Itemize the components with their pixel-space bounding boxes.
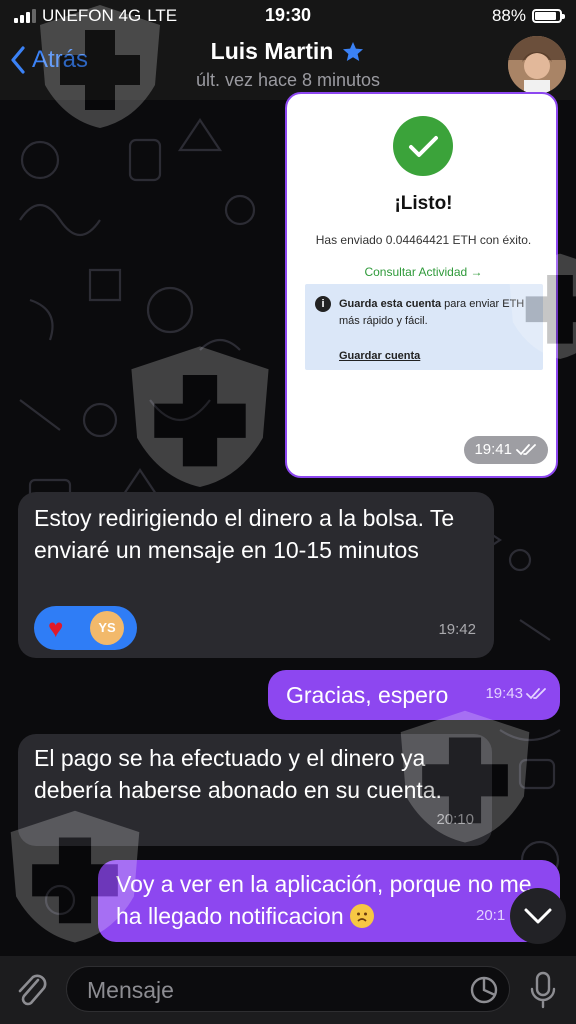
- chat-header: Atrás Luis Martin últ. vez hace 8 minuto…: [0, 32, 576, 100]
- info-text: Guarda esta cuenta para enviar ETH más r…: [339, 296, 535, 330]
- time-label: 19:43: [485, 685, 523, 702]
- message-field[interactable]: [66, 966, 510, 1013]
- message-text: Estoy redirigiendo el dinero a la bolsa.…: [34, 505, 455, 563]
- checkmark-icon: [393, 116, 453, 176]
- microphone-icon: [530, 971, 556, 1009]
- message-time-row: 19:43: [485, 678, 548, 710]
- status-bar: UNEFON 4G LTE 19:30 88%: [0, 0, 576, 32]
- reaction-user-avatar: YS: [90, 611, 124, 645]
- message-time: 19:41: [464, 436, 548, 464]
- star-icon: [343, 41, 364, 61]
- incoming-message[interactable]: El pago se ha efectuado y el dinero ya d…: [18, 734, 492, 846]
- double-check-icon: [526, 688, 546, 700]
- incoming-message[interactable]: Estoy redirigiendo el dinero a la bolsa.…: [18, 492, 494, 658]
- reactions-pill[interactable]: ♥ YS: [34, 606, 137, 650]
- worried-face-icon: [350, 904, 374, 928]
- status-right: 88%: [491, 6, 565, 26]
- time-label: 19:41: [474, 441, 512, 458]
- contact-info[interactable]: Luis Martin últ. vez hace 8 minutos: [120, 38, 456, 91]
- battery-percent: 88%: [491, 6, 526, 25]
- message-time: 20:10: [436, 811, 474, 828]
- back-label: Atrás: [32, 46, 89, 73]
- outgoing-image-message[interactable]: ¡Listo! Has enviado 0.04464421 ETH con é…: [285, 92, 558, 478]
- contact-name: Luis Martin: [210, 38, 334, 64]
- scroll-down-button[interactable]: [510, 888, 566, 944]
- back-button[interactable]: Atrás: [10, 46, 88, 74]
- heart-icon: ♥: [48, 613, 64, 643]
- message-input-bar: [0, 956, 576, 1024]
- attach-button[interactable]: [14, 970, 50, 1015]
- message-text: El pago se ha efectuado y el dinero ya d…: [34, 745, 442, 803]
- card-title: ¡Listo!: [394, 193, 453, 214]
- message-text: Gracias, espero: [286, 682, 449, 708]
- card-text: Has enviado 0.04464421 ETH con éxito.: [315, 233, 532, 247]
- contact-avatar[interactable]: [508, 36, 566, 94]
- info-bold: Guarda esta cuenta: [339, 298, 442, 310]
- paperclip-icon: [18, 974, 47, 1006]
- battery-fill: [535, 12, 557, 20]
- message-time: 20:1: [476, 907, 506, 924]
- last-seen-status: últ. vez hace 8 minutos: [195, 70, 381, 90]
- microphone-button[interactable]: [526, 970, 560, 1015]
- message-text-content: Voy a ver en la aplicación, porque no me…: [116, 871, 532, 929]
- message-time: 19:42: [438, 621, 476, 638]
- save-account-link[interactable]: Guardar cuenta: [339, 340, 420, 372]
- double-check-icon: [516, 444, 536, 456]
- sticker-icon: [470, 976, 498, 1004]
- status-time: 19:30: [264, 5, 312, 25]
- message-input[interactable]: [85, 967, 449, 1013]
- outgoing-message[interactable]: Gracias, espero 19:43: [268, 670, 560, 720]
- card-info-box: i Guarda esta cuenta para enviar ETH más…: [305, 284, 543, 370]
- chevron-left-icon: [11, 46, 25, 74]
- chevron-down-icon: [524, 908, 552, 924]
- outgoing-message[interactable]: Voy a ver en la aplicación, porque no me…: [98, 860, 560, 942]
- contact-name-row: Luis Martin: [211, 38, 366, 65]
- sticker-button[interactable]: [469, 975, 499, 1010]
- info-icon: i: [315, 296, 331, 312]
- battery-icon: [532, 9, 565, 23]
